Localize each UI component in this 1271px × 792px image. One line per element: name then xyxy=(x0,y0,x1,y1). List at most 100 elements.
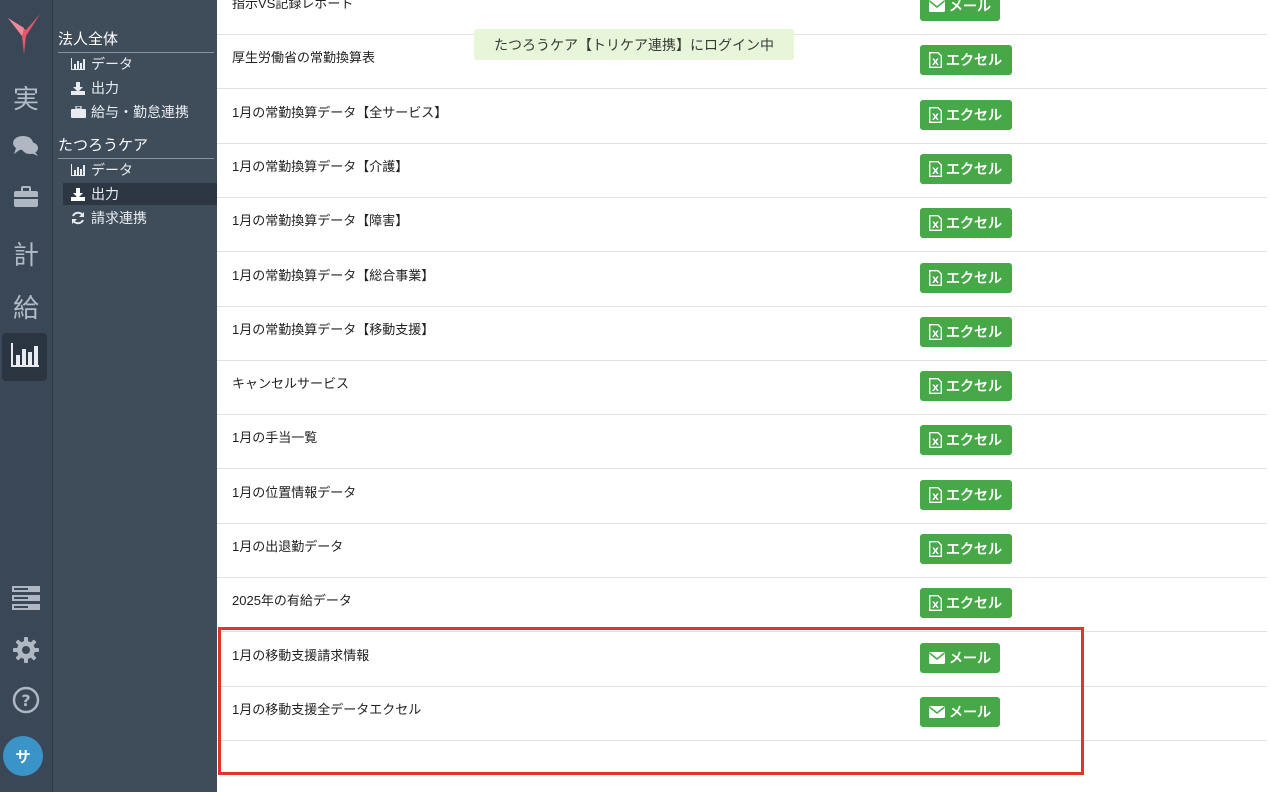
rail-jisseki-label: 実 xyxy=(12,84,39,115)
list-item: キャンセルサービス X エクセル xyxy=(217,360,1267,416)
list-item: 1月の常勤換算データ【総合事業】 X エクセル xyxy=(217,252,1267,307)
excel-button[interactable]: X エクセル xyxy=(920,262,1012,293)
nav-item-label: 出力 xyxy=(91,187,119,203)
rail-item-keikaku[interactable]: 計 xyxy=(0,229,52,277)
svg-text:X: X xyxy=(932,167,939,177)
excel-button-label: エクセル xyxy=(946,269,1002,286)
excel-file-icon: X xyxy=(929,323,942,340)
mail-button-label: メール xyxy=(949,703,991,720)
output-item-label: 1月の常勤換算データ【介護】 xyxy=(232,158,409,174)
rail-item-help[interactable]: ? xyxy=(0,678,52,726)
mail-button[interactable]: メール xyxy=(920,0,1000,21)
excel-button-label: エクセル xyxy=(946,378,1002,395)
rail-item-chat[interactable] xyxy=(0,124,52,172)
excel-button[interactable]: X エクセル xyxy=(920,316,1012,347)
rail-item-jisseki[interactable]: 実 xyxy=(0,73,52,121)
svg-text:X: X xyxy=(932,384,939,394)
bar-chart-icon xyxy=(69,164,87,176)
list-item: 1月の常勤換算データ【介護】 X エクセル xyxy=(217,143,1267,198)
nav-item-label: 出力 xyxy=(91,81,119,97)
excel-file-icon: X xyxy=(929,52,942,69)
excel-button[interactable]: X エクセル xyxy=(920,371,1012,402)
list-item: 1月の位置情報データ X エクセル xyxy=(217,469,1267,524)
user-avatar[interactable]: サ xyxy=(3,736,43,776)
excel-file-icon: X xyxy=(929,541,942,557)
excel-button-label: エクセル xyxy=(946,160,1002,177)
rail-item-settings[interactable] xyxy=(0,628,52,676)
output-item-label: 1月の位置情報データ xyxy=(232,484,357,500)
login-status-toast: たつろうケア【トリケア連携】にログイン中 xyxy=(474,29,794,60)
svg-text:X: X xyxy=(932,221,939,231)
output-item-label: 1月の常勤換算データ【障害】 xyxy=(232,213,409,229)
list-item: 1月の移動支援請求情報 メール xyxy=(217,632,1267,687)
excel-file-icon: X xyxy=(929,106,942,123)
output-item-label: 1月の出退勤データ xyxy=(232,539,344,554)
excel-button[interactable]: X エクセル xyxy=(920,99,1012,130)
svg-text:X: X xyxy=(932,276,939,286)
excel-button-label: エクセル xyxy=(946,595,1002,612)
nav-item-tatsurou-billing[interactable]: 請求連携 xyxy=(63,207,217,229)
help-icon: ? xyxy=(12,686,40,718)
list-item: 1月の常勤換算データ【障害】 X エクセル xyxy=(217,197,1267,253)
output-item-label: 2025年の有給データ xyxy=(232,593,352,609)
nav-item-label: データ xyxy=(91,163,133,179)
svg-text:X: X xyxy=(932,601,939,611)
excel-file-icon: X xyxy=(929,160,942,177)
download-icon xyxy=(69,187,87,201)
list-item: 1月の常勤換算データ【全サービス】 X エクセル xyxy=(217,89,1267,144)
nav-item-label: 給与・勤怠連携 xyxy=(91,105,189,121)
excel-button[interactable]: X エクセル xyxy=(920,425,1012,456)
excel-button-label: エクセル xyxy=(946,323,1002,340)
envelope-icon xyxy=(929,0,945,12)
output-item-label: 1月の常勤換算データ【総合事業】 xyxy=(232,267,435,283)
list-item: 1月の出退勤データ X エクセル xyxy=(217,523,1267,578)
excel-button-label: エクセル xyxy=(946,486,1002,503)
nav-item-tatsurou-output[interactable]: 出力 xyxy=(63,183,217,205)
rail-kyuyo-label: 給 xyxy=(12,293,39,324)
output-item-label: 1月の手当一覧 xyxy=(232,430,318,446)
excel-file-icon: X xyxy=(929,432,942,449)
icon-rail: 実 計 給 ? サ xyxy=(0,0,53,792)
rail-item-server[interactable] xyxy=(0,576,52,624)
rail-item-work[interactable] xyxy=(0,175,52,223)
nav-item-tatsurou-data[interactable]: データ xyxy=(63,159,217,181)
nav-section-title-houjin: 法人全体 xyxy=(58,28,214,53)
refresh-icon xyxy=(69,211,87,225)
server-icon xyxy=(12,586,40,614)
rail-item-data[interactable] xyxy=(2,333,47,381)
rail-keikaku-label: 計 xyxy=(12,240,39,271)
excel-button[interactable]: X エクセル xyxy=(920,588,1012,619)
download-icon xyxy=(69,81,87,95)
comments-icon xyxy=(13,135,39,161)
mail-button[interactable]: メール xyxy=(920,696,1000,727)
nav-item-label: 請求連携 xyxy=(91,211,147,227)
excel-button[interactable]: X エクセル xyxy=(920,45,1012,76)
excel-button[interactable]: X エクセル xyxy=(920,153,1012,184)
svg-text:X: X xyxy=(932,113,939,123)
excel-button-label: エクセル xyxy=(946,106,1002,123)
excel-file-icon: X xyxy=(929,486,942,503)
excel-button-label: エクセル xyxy=(946,215,1002,232)
briefcase-icon xyxy=(13,186,39,212)
rail-item-kyuyo[interactable]: 給 xyxy=(0,282,52,330)
excel-button-label: エクセル xyxy=(946,541,1002,557)
excel-button-label: エクセル xyxy=(946,432,1002,449)
mail-button[interactable]: メール xyxy=(920,642,1000,673)
nav-section-title-tatsurou: たつろうケア xyxy=(58,134,214,159)
output-item-label: 指示VS記録レポート xyxy=(232,0,354,11)
svg-text:?: ? xyxy=(21,691,30,710)
output-item-label: 1月の常勤換算データ【全サービス】 xyxy=(232,104,448,120)
excel-button[interactable]: X エクセル xyxy=(920,534,1012,564)
excel-button[interactable]: X エクセル xyxy=(920,208,1012,239)
excel-button[interactable]: X エクセル xyxy=(920,479,1012,510)
output-item-label: 1月の移動支援請求情報 xyxy=(232,647,370,663)
mail-button-label: メール xyxy=(949,0,991,14)
output-item-label: 厚生労働省の常勤換算表 xyxy=(232,50,376,66)
output-list: 指示VS記録レポート メール 厚生労働省の常勤換算表 X エクセル 1月の常勤換… xyxy=(217,0,1267,792)
nav-item-label: データ xyxy=(91,57,133,73)
briefcase-icon xyxy=(69,106,87,118)
nav-item-houjin-output[interactable]: 出力 xyxy=(63,77,217,99)
nav-item-houjin-payroll[interactable]: 給与・勤怠連携 xyxy=(63,101,217,123)
nav-item-houjin-data[interactable]: データ xyxy=(63,53,217,75)
app-logo-icon[interactable] xyxy=(4,10,44,54)
